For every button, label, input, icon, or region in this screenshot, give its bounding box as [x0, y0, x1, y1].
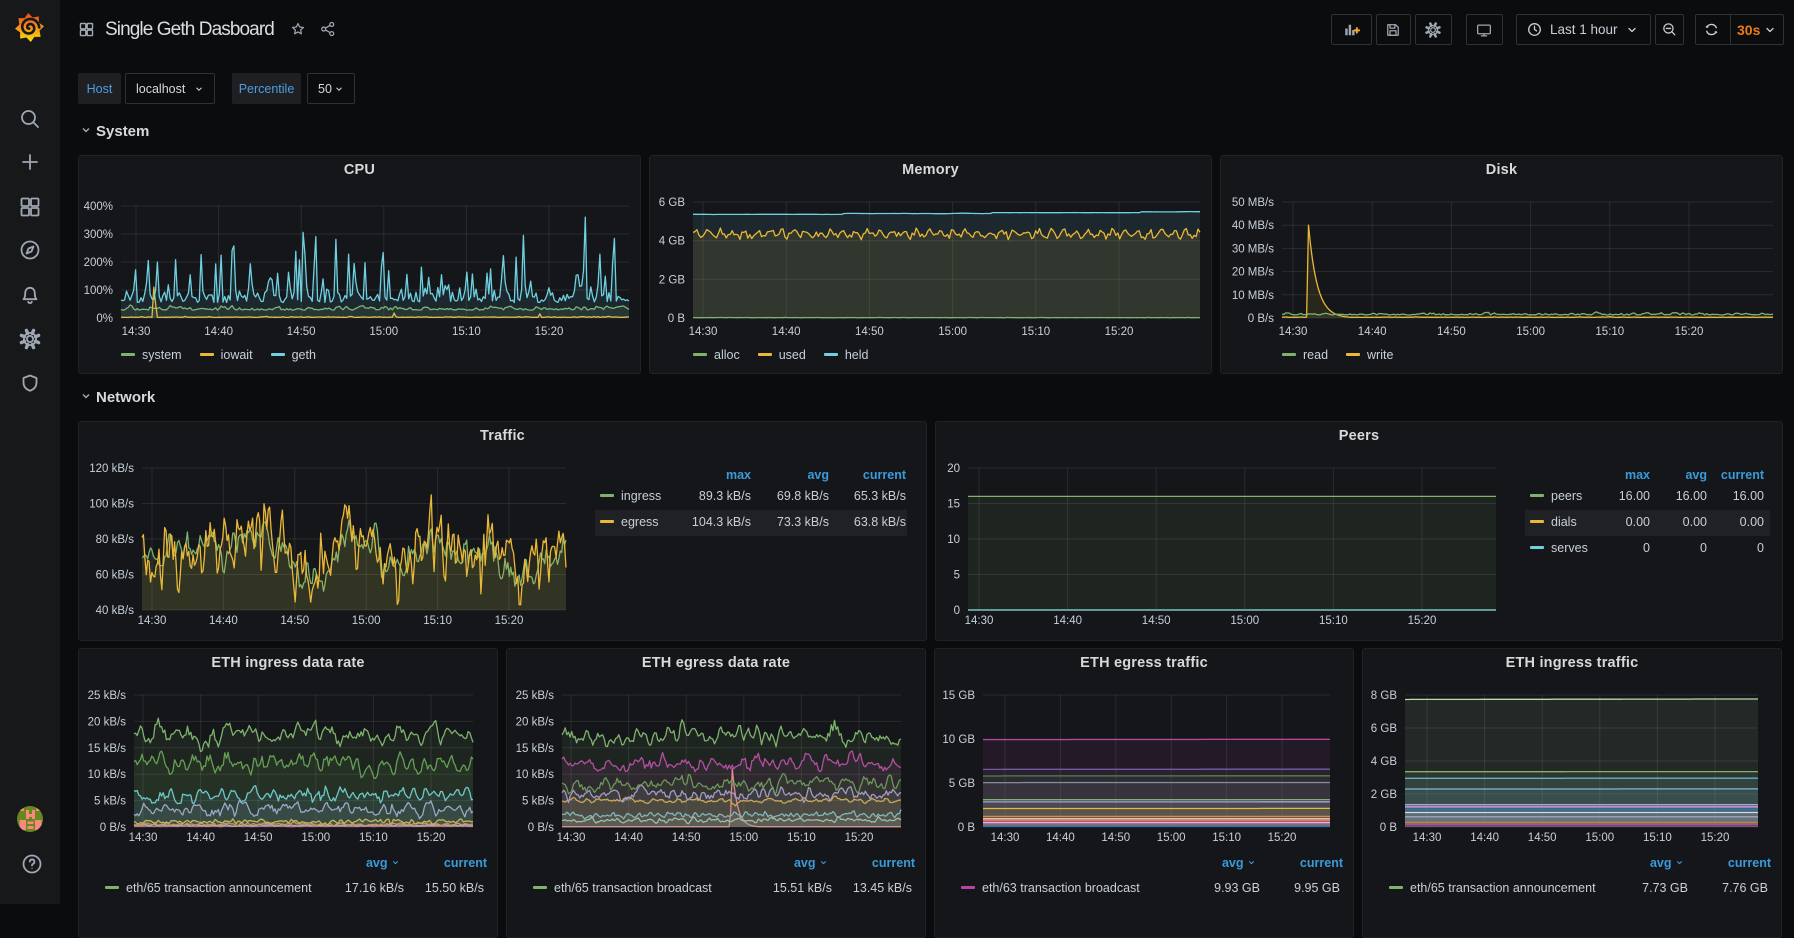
svg-text:4 GB: 4 GB: [659, 236, 686, 248]
svg-text:10 kB/s: 10 kB/s: [516, 769, 555, 781]
svg-text:8 GB: 8 GB: [1371, 690, 1398, 702]
svg-text:15:20: 15:20: [1105, 326, 1134, 338]
svg-text:15:20: 15:20: [1701, 832, 1730, 844]
svg-text:14:50: 14:50: [1142, 615, 1171, 627]
svg-text:15:20: 15:20: [535, 326, 564, 338]
svg-text:2 GB: 2 GB: [1371, 789, 1398, 801]
svg-text:14:30: 14:30: [557, 832, 586, 844]
svg-text:10 MB/s: 10 MB/s: [1232, 290, 1274, 302]
svg-text:14:50: 14:50: [1437, 326, 1466, 338]
svg-text:15:10: 15:10: [423, 615, 452, 627]
svg-text:40 MB/s: 40 MB/s: [1232, 220, 1274, 232]
svg-text:14:50: 14:50: [287, 326, 316, 338]
svg-text:0 B: 0 B: [668, 313, 686, 325]
svg-text:14:30: 14:30: [991, 832, 1020, 844]
svg-text:15:20: 15:20: [417, 832, 446, 844]
svg-text:6 GB: 6 GB: [659, 197, 686, 209]
svg-text:15:20: 15:20: [495, 615, 524, 627]
svg-text:25 kB/s: 25 kB/s: [516, 690, 555, 702]
svg-text:15:00: 15:00: [729, 832, 758, 844]
svg-text:15:10: 15:10: [1319, 615, 1348, 627]
svg-text:15 kB/s: 15 kB/s: [516, 743, 555, 755]
svg-text:5 kB/s: 5 kB/s: [94, 796, 126, 808]
svg-text:15:00: 15:00: [301, 832, 330, 844]
svg-text:20 MB/s: 20 MB/s: [1232, 267, 1274, 279]
svg-text:2 GB: 2 GB: [659, 274, 686, 286]
svg-text:4 GB: 4 GB: [1371, 756, 1398, 768]
svg-text:300%: 300%: [84, 229, 113, 241]
svg-text:14:30: 14:30: [1413, 832, 1442, 844]
svg-text:14:30: 14:30: [1279, 326, 1308, 338]
svg-text:5 GB: 5 GB: [949, 778, 976, 790]
svg-text:14:30: 14:30: [689, 326, 718, 338]
svg-text:14:40: 14:40: [614, 832, 643, 844]
svg-text:100%: 100%: [84, 285, 113, 297]
svg-text:0 B/s: 0 B/s: [100, 822, 126, 834]
svg-text:14:40: 14:40: [1046, 832, 1075, 844]
svg-text:50 MB/s: 50 MB/s: [1232, 197, 1274, 209]
svg-text:14:40: 14:40: [772, 326, 801, 338]
svg-text:30 MB/s: 30 MB/s: [1232, 243, 1274, 255]
svg-text:14:40: 14:40: [186, 832, 215, 844]
svg-text:400%: 400%: [84, 201, 113, 213]
svg-text:10 kB/s: 10 kB/s: [88, 769, 127, 781]
svg-text:15:20: 15:20: [1408, 615, 1437, 627]
svg-text:10 GB: 10 GB: [942, 734, 975, 746]
svg-text:15:00: 15:00: [938, 326, 967, 338]
svg-text:15 GB: 15 GB: [942, 690, 975, 702]
svg-text:15:00: 15:00: [352, 615, 381, 627]
svg-text:60 kB/s: 60 kB/s: [96, 570, 135, 582]
svg-text:15:20: 15:20: [845, 832, 874, 844]
svg-text:14:50: 14:50: [1528, 832, 1557, 844]
svg-text:0 B/s: 0 B/s: [1248, 313, 1274, 325]
svg-text:0 B: 0 B: [1380, 822, 1398, 834]
svg-text:14:30: 14:30: [122, 326, 151, 338]
svg-text:15:20: 15:20: [1268, 832, 1297, 844]
svg-text:14:50: 14:50: [1101, 832, 1130, 844]
svg-text:14:50: 14:50: [280, 615, 309, 627]
svg-text:25 kB/s: 25 kB/s: [88, 690, 127, 702]
svg-text:15:10: 15:10: [787, 832, 816, 844]
svg-text:15:00: 15:00: [1157, 832, 1186, 844]
svg-text:20 kB/s: 20 kB/s: [88, 716, 127, 728]
svg-text:40 kB/s: 40 kB/s: [96, 605, 135, 617]
svg-text:14:40: 14:40: [1470, 832, 1499, 844]
svg-text:15:10: 15:10: [1595, 326, 1624, 338]
svg-text:15:10: 15:10: [1212, 832, 1241, 844]
svg-text:15:10: 15:10: [1021, 326, 1050, 338]
svg-text:14:40: 14:40: [209, 615, 238, 627]
svg-text:14:50: 14:50: [672, 832, 701, 844]
svg-text:14:50: 14:50: [244, 832, 273, 844]
svg-text:15:00: 15:00: [1585, 832, 1614, 844]
svg-text:5 kB/s: 5 kB/s: [522, 796, 554, 808]
svg-text:0 B/s: 0 B/s: [528, 822, 554, 834]
svg-text:15:00: 15:00: [1230, 615, 1259, 627]
svg-text:15:10: 15:10: [452, 326, 481, 338]
svg-text:15:00: 15:00: [1516, 326, 1545, 338]
svg-text:80 kB/s: 80 kB/s: [96, 534, 135, 546]
svg-text:15:10: 15:10: [359, 832, 388, 844]
svg-text:20 kB/s: 20 kB/s: [516, 716, 555, 728]
svg-text:15 kB/s: 15 kB/s: [88, 743, 127, 755]
svg-text:6 GB: 6 GB: [1371, 723, 1398, 735]
svg-text:0: 0: [954, 605, 960, 617]
svg-text:0%: 0%: [96, 313, 113, 325]
svg-text:15:10: 15:10: [1643, 832, 1672, 844]
svg-text:200%: 200%: [84, 257, 113, 269]
svg-text:14:50: 14:50: [855, 326, 884, 338]
svg-text:5: 5: [954, 570, 960, 582]
svg-text:15:00: 15:00: [369, 326, 398, 338]
svg-text:14:30: 14:30: [129, 832, 158, 844]
svg-text:15:20: 15:20: [1675, 326, 1704, 338]
svg-text:0 B: 0 B: [958, 822, 976, 834]
svg-text:14:30: 14:30: [138, 615, 167, 627]
svg-text:14:30: 14:30: [965, 615, 994, 627]
svg-text:14:40: 14:40: [1358, 326, 1387, 338]
svg-text:14:40: 14:40: [1053, 615, 1082, 627]
svg-text:14:40: 14:40: [204, 326, 233, 338]
